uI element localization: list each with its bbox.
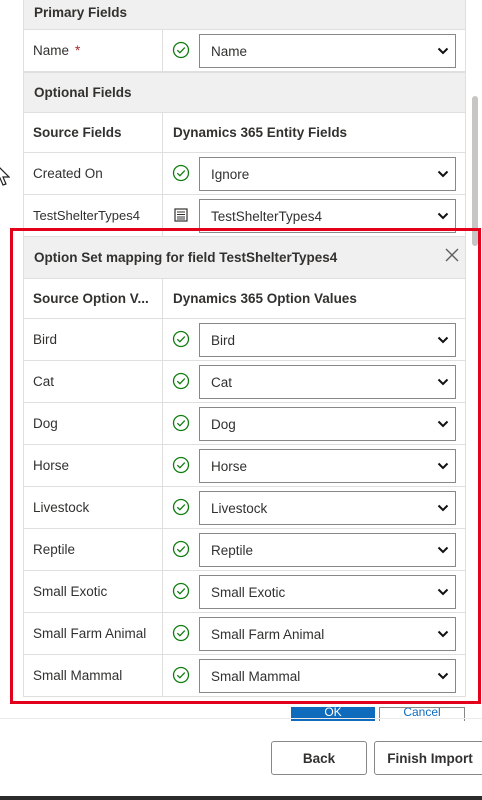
checkmark-circle-icon [172,41,190,59]
option-mapping-row: Dog Dog [23,403,466,445]
option-set-dialog-title: Option Set mapping for field TestShelter… [34,250,338,265]
chevron-down-icon [437,47,449,55]
scrollbar-thumb[interactable] [472,96,478,246]
optional-fields-column-header: Source Fields Dynamics 365 Entity Fields [23,113,466,153]
dropdown-value: Dog [211,416,236,432]
dropdown-value: Bird [211,332,236,348]
checkmark-circle-icon [172,540,190,558]
checkmark-circle-icon [172,666,190,684]
option-label: Cat [33,374,55,389]
testsheltertypes4-mapping-dropdown[interactable]: TestShelterTypes4 [199,199,456,233]
dropdown-value: Small Mammal [211,668,301,684]
option-value-dropdown[interactable]: Livestock [199,491,456,525]
name-mapping-dropdown[interactable]: Name [199,34,456,68]
option-set-dialog-header: Option Set mapping for field TestShelter… [23,236,466,279]
chevron-down-icon [437,170,449,178]
dynamics-option-values-header: Dynamics 365 Option Values [173,291,357,306]
field-label: TestShelterTypes4 [33,208,140,223]
dropdown-value: Reptile [211,542,254,558]
option-mapping-row: Bird Bird [23,319,466,361]
finish-import-label: Finish Import [387,750,473,766]
source-option-values-header: Source Option V... [33,291,149,306]
source-fields-header: Source Fields [33,125,122,140]
created-on-mapping-dropdown[interactable]: Ignore [199,157,456,191]
checkmark-circle-icon [172,498,190,516]
option-value-dropdown[interactable]: Cat [199,365,456,399]
option-value-dropdown[interactable]: Horse [199,449,456,483]
dropdown-value: Horse [211,458,248,474]
checkmark-circle-icon [172,456,190,474]
primary-fields-title: Primary Fields [34,4,128,20]
back-button[interactable]: Back [271,741,367,775]
chevron-down-icon [437,462,449,470]
option-mapping-row: Small Mammal Small Mammal [23,655,466,697]
chevron-down-icon [437,546,449,554]
dropdown-value: Livestock [211,500,268,516]
option-label: Dog [33,416,58,431]
dropdown-value: Ignore [211,166,250,182]
option-value-dropdown[interactable]: Bird [199,323,456,357]
option-label: Small Farm Animal [33,626,147,641]
dropdown-value: Small Farm Animal [211,626,325,642]
window-bottom-edge [0,796,482,800]
checkmark-circle-icon [172,582,190,600]
optional-fields-header: Optional Fields [23,72,466,113]
checkmark-circle-icon [172,372,190,390]
dropdown-value: Cat [211,374,233,390]
field-label: Created On [33,166,103,181]
close-icon[interactable] [444,247,460,263]
option-label: Small Mammal [33,668,123,683]
back-button-label: Back [302,750,336,766]
option-value-dropdown[interactable]: Small Mammal [199,659,456,693]
option-mapping-row: Cat Cat [23,361,466,403]
dropdown-value: Small Exotic [211,584,286,600]
option-label: Bird [33,332,58,347]
primary-fields-header: Primary Fields [23,0,466,30]
name-label: Name [33,43,70,58]
required-asterisk: * [75,43,81,58]
option-value-dropdown[interactable]: Small Exotic [199,575,456,609]
option-value-dropdown[interactable]: Reptile [199,533,456,567]
footer-divider [0,718,482,719]
option-label: Small Exotic [33,584,108,599]
chevron-down-icon [437,212,449,220]
option-value-dropdown[interactable]: Dog [199,407,456,441]
mouse-cursor-icon [0,167,10,186]
option-set-column-header: Source Option V... Dynamics 365 Option V… [23,279,466,319]
dropdown-value: Name [211,43,248,59]
dropdown-value: TestShelterTypes4 [211,208,323,224]
checkmark-circle-icon [172,164,190,182]
option-value-dropdown[interactable]: Small Farm Animal [199,617,456,651]
chevron-down-icon [437,672,449,680]
option-label: Horse [33,458,70,473]
chevron-down-icon [437,420,449,428]
entity-fields-header: Dynamics 365 Entity Fields [173,125,348,140]
field-mapping-panel: Primary Fields Name * Name Optional Fiel… [0,0,482,705]
finish-import-button[interactable]: Finish Import [374,741,482,775]
optional-fields-title: Optional Fields [34,85,132,100]
chevron-down-icon [437,504,449,512]
chevron-down-icon [437,588,449,596]
optional-field-row: Created On Ignore [23,153,466,195]
option-mapping-row: Horse Horse [23,445,466,487]
optional-field-row: TestShelterTypes4 TestShelterTypes4 [23,195,466,237]
checkmark-circle-icon [172,624,190,642]
option-set-list-icon[interactable] [172,206,190,224]
option-mapping-row: Livestock Livestock [23,487,466,529]
option-label: Livestock [33,500,90,515]
option-mapping-row: Reptile Reptile [23,529,466,571]
chevron-down-icon [437,336,449,344]
chevron-down-icon [437,378,449,386]
option-label: Reptile [33,542,76,557]
field-label: Name * [24,30,163,71]
checkmark-circle-icon [172,414,190,432]
checkmark-circle-icon [172,330,190,348]
primary-field-row: Name * Name [23,30,466,72]
chevron-down-icon [437,630,449,638]
option-mapping-row: Small Farm Animal Small Farm Animal [23,613,466,655]
option-mapping-row: Small Exotic Small Exotic [23,571,466,613]
